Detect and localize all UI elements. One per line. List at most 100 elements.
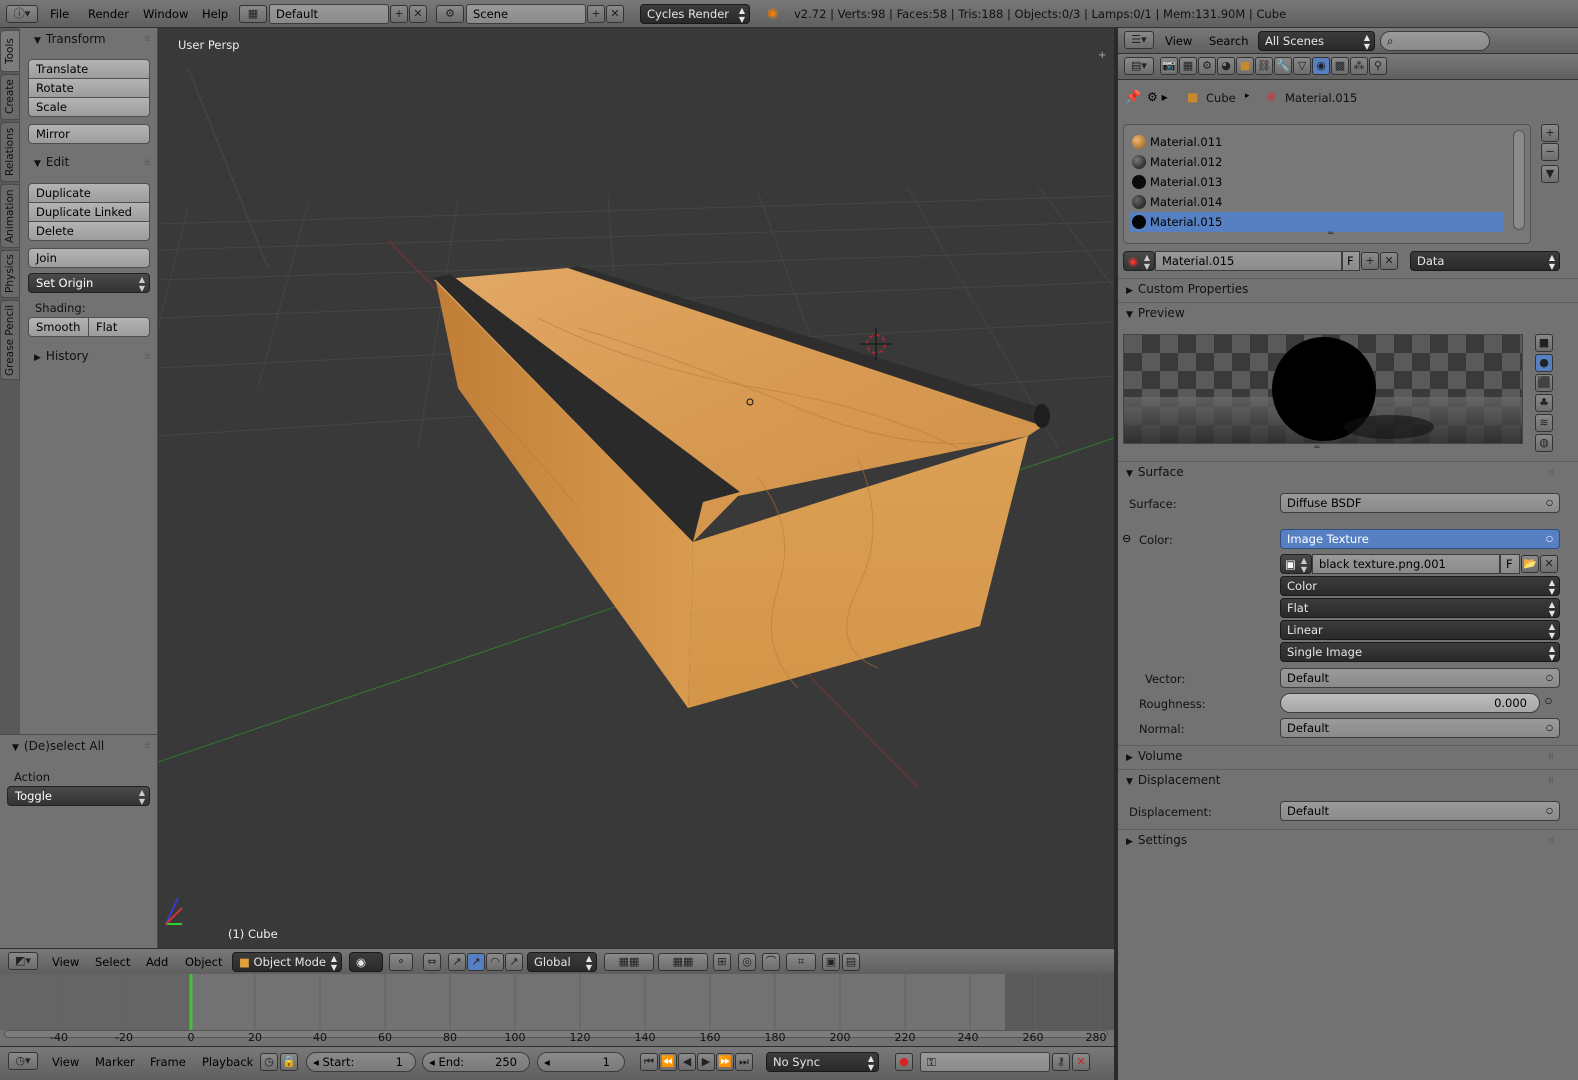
constraints-tab-icon[interactable]: ⛓ xyxy=(1255,57,1273,75)
translate-button[interactable]: Translate xyxy=(28,59,150,79)
panel-grip-icon[interactable]: ⁞⁞⁞ xyxy=(1548,752,1570,761)
tab-create[interactable]: Create xyxy=(0,74,20,120)
layers-grid-icon[interactable]: ▦▦ xyxy=(604,953,654,971)
viewport-shading-select[interactable]: ◉ xyxy=(349,952,383,972)
mode-select[interactable]: ■ Object Mode ▲ ▼ xyxy=(232,952,342,972)
outliner-editor-icon[interactable]: ☰▾ xyxy=(1124,31,1154,49)
material-slot[interactable]: Material.014 xyxy=(1130,192,1504,212)
snap-element-icon[interactable]: ⌗ xyxy=(786,953,816,971)
node-socket-icon[interactable]: ○ xyxy=(1545,696,1552,705)
material-tab-icon[interactable]: ◉ xyxy=(1312,57,1330,75)
image-name-field[interactable]: black texture.png.001 xyxy=(1312,554,1500,574)
render-tab-icon[interactable]: 📷 xyxy=(1160,57,1178,75)
tab-grease-pencil[interactable]: Grease Pencil xyxy=(0,300,20,380)
panel-grip-icon[interactable]: ⁞⁞⁞ xyxy=(144,352,150,361)
new-material-icon[interactable]: + xyxy=(1361,252,1379,270)
editor-type-icon[interactable]: ◩▾ xyxy=(8,952,38,970)
panel-grip-icon[interactable]: ⁞⁞⁞ xyxy=(144,741,150,750)
timeline-editor-icon[interactable]: ◷▾ xyxy=(8,1052,38,1070)
preview-resize-grip[interactable]: ═ xyxy=(1314,443,1319,453)
outliner-display-select[interactable]: All Scenes ▲ ▼ xyxy=(1258,31,1375,51)
manipulator-toggle-icon[interactable]: ⇔ xyxy=(423,953,441,971)
action-select[interactable]: Toggle ▲ ▼ xyxy=(7,786,150,806)
image-fake-user-button[interactable]: F xyxy=(1500,554,1520,574)
view3d-menu-view[interactable]: View xyxy=(52,949,79,975)
preview-monkey-icon[interactable]: ♣ xyxy=(1535,394,1553,412)
interpolation-select[interactable]: Linear ▲ ▼ xyxy=(1280,620,1560,640)
add-slot-icon[interactable]: + xyxy=(1541,124,1559,142)
preview-sphere-icon[interactable]: ● xyxy=(1535,354,1553,372)
render-opengl-icon[interactable]: ▣ xyxy=(822,953,840,971)
3d-viewport[interactable]: User Persp (1) Cube + xyxy=(158,28,1114,948)
tab-tools[interactable]: Tools xyxy=(0,30,20,72)
material-browse-button[interactable]: ◉ ▲ ▼ xyxy=(1123,251,1155,271)
manip-extra-icon[interactable]: ↗ xyxy=(505,953,523,971)
snap-toggle-icon[interactable]: ⌒ xyxy=(762,953,780,971)
panel-grip-icon[interactable]: ⁞⁞⁞ xyxy=(144,34,150,43)
panel-transform-header[interactable]: Transform xyxy=(34,28,106,50)
delete-key-icon[interactable]: ✕ xyxy=(1072,1053,1090,1071)
panel-history-header[interactable]: History xyxy=(34,345,89,367)
play-reverse-icon[interactable]: ◀ xyxy=(678,1053,696,1071)
list-resize-grip[interactable]: ═ xyxy=(1328,229,1333,239)
insert-key-icon[interactable]: ⚷ xyxy=(1052,1053,1070,1071)
panel-grip-icon[interactable]: ⁞⁞⁞ xyxy=(1548,776,1570,785)
menu-render[interactable]: Render xyxy=(88,1,129,27)
open-image-icon[interactable]: 📂 xyxy=(1521,555,1539,573)
world-tab-icon[interactable]: ◕ xyxy=(1217,57,1235,75)
duplicate-linked-button[interactable]: Duplicate Linked xyxy=(28,202,150,222)
rotate-manip-icon[interactable]: ↗ xyxy=(467,953,485,971)
smooth-button[interactable]: Smooth xyxy=(28,317,89,337)
remove-layout-icon[interactable]: ✕ xyxy=(409,5,427,23)
timeline-area[interactable] xyxy=(0,974,1114,1046)
timeline-menu-view[interactable]: View xyxy=(52,1049,79,1075)
view3d-menu-add[interactable]: Add xyxy=(146,949,168,975)
add-scene-icon[interactable]: + xyxy=(587,5,605,23)
properties-editor-icon[interactable]: ▤▾ xyxy=(1124,57,1154,75)
mirror-button[interactable]: Mirror xyxy=(28,124,150,144)
preview-flat-icon[interactable]: ■ xyxy=(1535,334,1553,352)
projection-select[interactable]: Flat ▲ ▼ xyxy=(1280,598,1560,618)
timeline-menu-playback[interactable]: Playback xyxy=(202,1049,253,1075)
jump-end-icon[interactable]: ⏭ xyxy=(735,1053,753,1071)
scene-icon[interactable]: ⚙ xyxy=(436,5,464,23)
image-browse-button[interactable]: ▣ ▲ ▼ xyxy=(1280,554,1312,574)
info-editor-icon[interactable]: ⓘ▾ xyxy=(6,5,38,23)
menu-help[interactable]: Help xyxy=(202,1,228,27)
breadcrumb-object[interactable]: Cube xyxy=(1206,91,1236,105)
delete-button[interactable]: Delete xyxy=(28,221,150,241)
preview-hair-icon[interactable]: ≋ xyxy=(1535,414,1553,432)
panel-edit-header[interactable]: Edit xyxy=(34,151,69,173)
tab-physics[interactable]: Physics xyxy=(0,250,20,298)
image-source-select[interactable]: Single Image ▲ ▼ xyxy=(1280,642,1560,662)
material-slot[interactable]: Material.011 xyxy=(1130,132,1504,152)
vector-input-field[interactable]: Default ○ xyxy=(1280,668,1560,688)
surface-shader-field[interactable]: Diffuse BSDF ○ xyxy=(1280,493,1560,513)
list-scrollbar[interactable] xyxy=(1513,130,1525,230)
proportional-edit-icon[interactable]: ◎ xyxy=(738,953,756,971)
outliner-search-input[interactable]: ⌕ xyxy=(1380,31,1490,51)
unlink-material-icon[interactable]: ✕ xyxy=(1380,252,1398,270)
play-icon[interactable]: ▶ xyxy=(697,1053,715,1071)
particles-tab-icon[interactable]: ⁂ xyxy=(1350,57,1368,75)
panel-preview[interactable]: Preview xyxy=(1126,302,1185,324)
preview-sky-icon[interactable]: ◍ xyxy=(1535,434,1553,452)
timeline-menu-frame[interactable]: Frame xyxy=(150,1049,186,1075)
panel-grip-icon[interactable]: ⁞⁞⁞ xyxy=(1548,836,1570,845)
lock-camera-icon[interactable]: ⊞ xyxy=(713,953,731,971)
panel-volume[interactable]: Volume xyxy=(1126,745,1183,767)
texture-tab-icon[interactable]: ▩ xyxy=(1331,57,1349,75)
render-layers-tab-icon[interactable]: ▦ xyxy=(1179,57,1197,75)
object-tab-icon[interactable]: ■ xyxy=(1236,57,1254,75)
outliner-menu-search[interactable]: Search xyxy=(1209,28,1249,54)
set-origin-select[interactable]: Set Origin ▲ ▼ xyxy=(28,273,150,293)
tab-animation[interactable]: Animation xyxy=(0,184,20,248)
panel-displacement[interactable]: Displacement xyxy=(1126,769,1221,791)
region-expand-icon[interactable]: + xyxy=(1098,50,1106,61)
lock-range-icon[interactable]: 🔒 xyxy=(280,1053,298,1071)
roughness-slider[interactable]: 0.000 xyxy=(1280,693,1540,713)
screen-layout-field[interactable]: Default xyxy=(269,4,389,24)
color-space-select[interactable]: Color ▲ ▼ xyxy=(1280,576,1560,596)
render-engine-select[interactable]: Cycles Render ▲ ▼ xyxy=(640,4,750,24)
panel-custom-properties[interactable]: Custom Properties xyxy=(1126,278,1248,300)
